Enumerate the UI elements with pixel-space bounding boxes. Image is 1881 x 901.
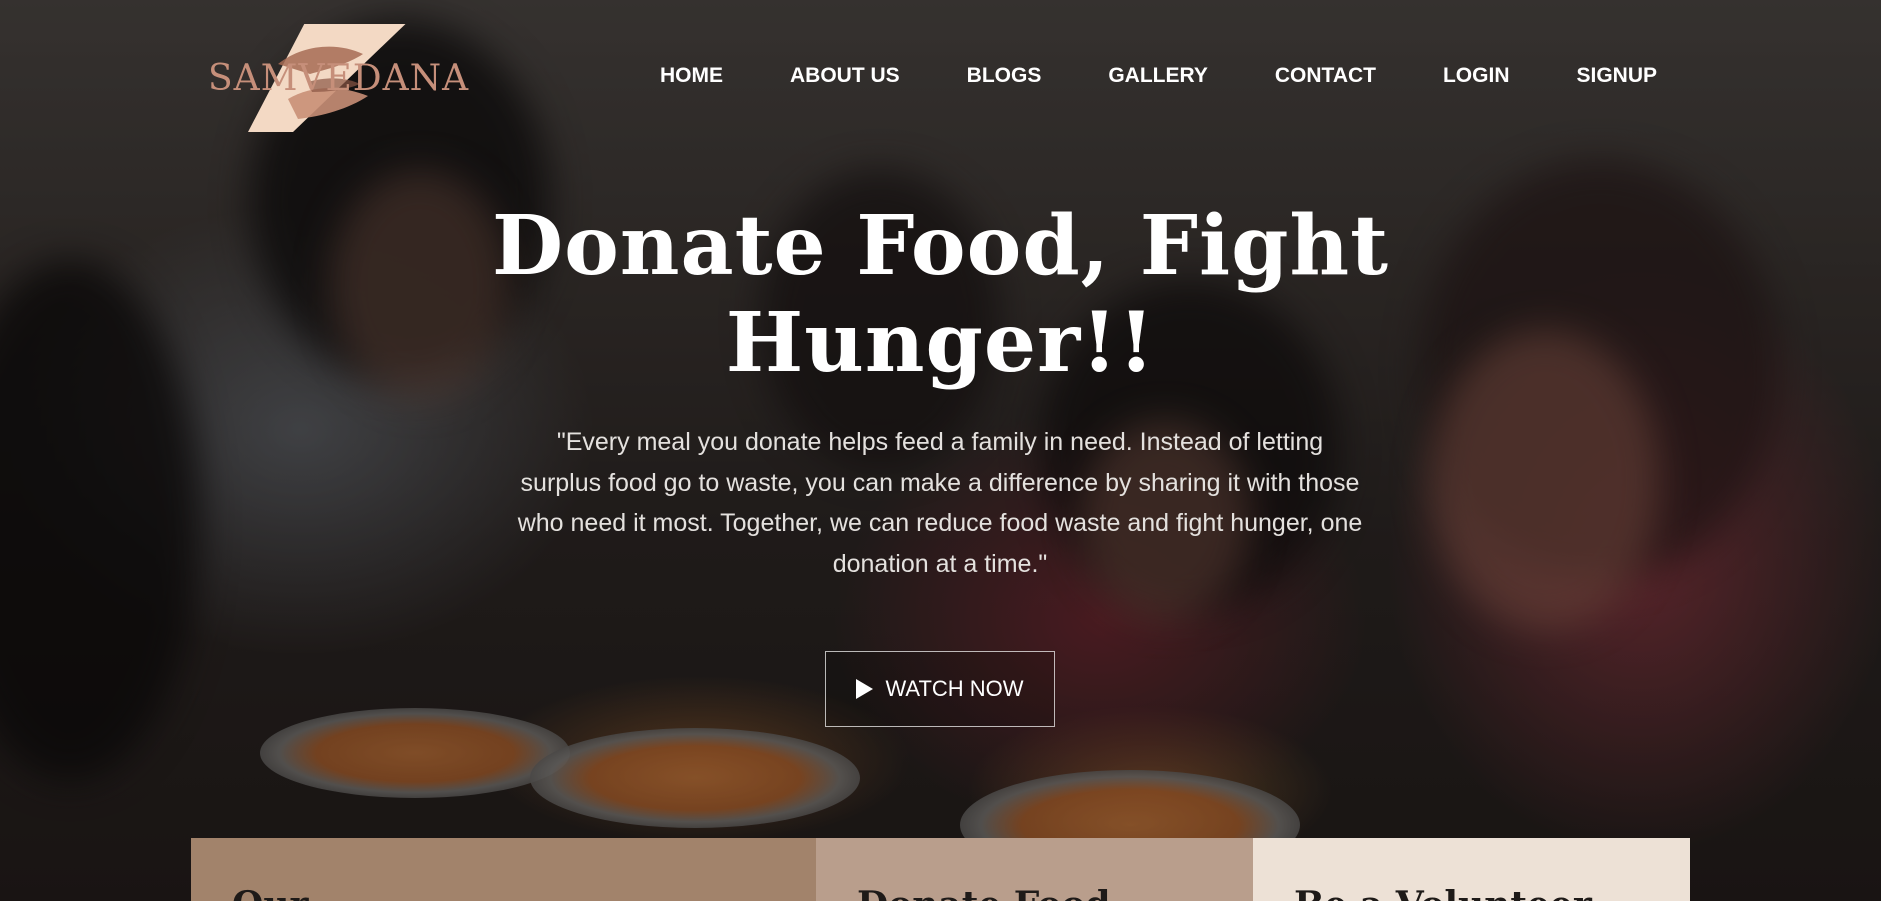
card-title: Donate Food <box>857 884 1111 901</box>
hero-headline: Donate Food, Fight Hunger!! <box>0 198 1881 392</box>
nav-blogs[interactable]: BLOGS <box>967 64 1042 88</box>
main-nav: HOME ABOUT US BLOGS GALLERY CONTACT LOGI… <box>593 64 1657 88</box>
nav-login[interactable]: LOGIN <box>1443 64 1510 88</box>
play-icon <box>856 679 874 699</box>
brand-logo[interactable]: SAMVEDANA <box>208 24 498 134</box>
hero-section: SAMVEDANA HOME ABOUT US BLOGS GALLERY CO… <box>0 0 1881 901</box>
headline-line-1: Donate Food, Fight <box>492 198 1389 294</box>
nav-about-us[interactable]: ABOUT US <box>790 64 900 88</box>
logo-text: SAMVEDANA <box>208 58 470 99</box>
card-our[interactable]: Our <box>191 838 816 901</box>
nav-signup[interactable]: SIGNUP <box>1576 64 1657 88</box>
headline-line-2: Hunger!! <box>725 295 1156 391</box>
feature-cards: Our Donate Food Be a Volunteer <box>191 838 1690 901</box>
hero-quote: "Every meal you donate helps feed a fami… <box>517 428 1363 578</box>
card-be-a-volunteer[interactable]: Be a Volunteer <box>1253 838 1690 901</box>
watch-now-label: WATCH NOW <box>885 676 1024 701</box>
card-donate-food[interactable]: Donate Food <box>816 838 1253 901</box>
watch-now-button[interactable]: WATCH NOW <box>825 651 1055 727</box>
card-title: Be a Volunteer <box>1294 884 1592 901</box>
nav-gallery[interactable]: GALLERY <box>1108 64 1208 88</box>
nav-home[interactable]: HOME <box>660 64 723 88</box>
card-title: Our <box>232 884 309 901</box>
nav-contact[interactable]: CONTACT <box>1275 64 1376 88</box>
